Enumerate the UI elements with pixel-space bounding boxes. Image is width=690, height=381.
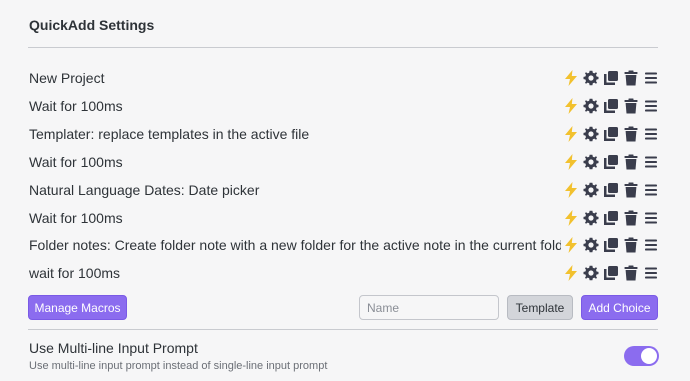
choice-row: Natural Language Dates: Date picker xyxy=(29,178,659,202)
choice-actions xyxy=(561,209,659,226)
gear-icon[interactable] xyxy=(582,153,599,170)
duplicate-icon[interactable] xyxy=(602,181,619,198)
duplicate-icon[interactable] xyxy=(602,265,619,282)
choice-type-dropdown[interactable]: Template xyxy=(507,295,573,320)
choice-row: Wait for 100ms xyxy=(29,206,659,230)
choice-row: Wait for 100ms xyxy=(29,94,659,118)
lightning-icon[interactable] xyxy=(562,237,579,254)
lightning-icon[interactable] xyxy=(562,209,579,226)
trash-icon[interactable] xyxy=(622,237,639,254)
trash-icon[interactable] xyxy=(622,265,639,282)
setting-multiline-description: Use multi-line input prompt instead of s… xyxy=(29,360,328,372)
lightning-icon[interactable] xyxy=(562,181,579,198)
gear-icon[interactable] xyxy=(582,209,599,226)
drag-handle-icon[interactable] xyxy=(642,181,659,198)
trash-icon[interactable] xyxy=(622,209,639,226)
choice-actions xyxy=(561,181,659,198)
choice-label: Wait for 100ms xyxy=(29,97,123,114)
quickadd-settings-page: QuickAdd Settings New Project Wait for 10… xyxy=(0,0,690,381)
lightning-icon[interactable] xyxy=(562,265,579,282)
drag-handle-icon[interactable] xyxy=(642,237,659,254)
choice-label: Wait for 100ms xyxy=(29,153,123,170)
multiline-toggle[interactable] xyxy=(624,346,659,366)
choice-actions xyxy=(561,70,659,87)
choice-actions xyxy=(561,153,659,170)
duplicate-icon[interactable] xyxy=(602,153,619,170)
choice-row: Wait for 100ms xyxy=(29,150,659,174)
add-choice-button[interactable]: Add Choice xyxy=(581,295,658,320)
duplicate-icon[interactable] xyxy=(602,209,619,226)
drag-handle-icon[interactable] xyxy=(642,70,659,87)
choice-label: wait for 100ms xyxy=(29,265,121,282)
settings-divider xyxy=(28,329,658,330)
duplicate-icon[interactable] xyxy=(602,125,619,142)
choice-label: Natural Language Dates: Date picker xyxy=(29,181,260,198)
choice-actions xyxy=(561,125,659,142)
choice-label: New Project xyxy=(29,70,105,86)
choice-actions xyxy=(561,97,659,114)
lightning-icon[interactable] xyxy=(562,70,579,87)
gear-icon[interactable] xyxy=(582,237,599,254)
trash-icon[interactable] xyxy=(622,125,639,142)
choice-label: Folder notes: Create folder note with a … xyxy=(29,237,561,254)
drag-handle-icon[interactable] xyxy=(642,209,659,226)
lightning-icon[interactable] xyxy=(562,153,579,170)
toggle-knob xyxy=(641,348,657,364)
manage-macros-button[interactable]: Manage Macros xyxy=(28,295,127,320)
trash-icon[interactable] xyxy=(622,70,639,87)
lightning-icon[interactable] xyxy=(562,125,579,142)
choice-label: Wait for 100ms xyxy=(29,209,123,226)
duplicate-icon[interactable] xyxy=(602,97,619,114)
gear-icon[interactable] xyxy=(582,70,599,87)
duplicate-icon[interactable] xyxy=(602,237,619,254)
lightning-icon[interactable] xyxy=(562,97,579,114)
setting-multiline-name: Use Multi-line Input Prompt xyxy=(29,340,198,356)
trash-icon[interactable] xyxy=(622,181,639,198)
gear-icon[interactable] xyxy=(582,181,599,198)
choice-actions xyxy=(561,265,659,282)
drag-handle-icon[interactable] xyxy=(642,125,659,142)
choice-row: Templater: replace templates in the acti… xyxy=(29,122,659,146)
choice-label: Templater: replace templates in the acti… xyxy=(29,125,310,142)
drag-handle-icon[interactable] xyxy=(642,97,659,114)
duplicate-icon[interactable] xyxy=(602,70,619,87)
choice-row: Folder notes: Create folder note with a … xyxy=(29,233,659,257)
choice-row: wait for 100ms xyxy=(29,261,659,285)
gear-icon[interactable] xyxy=(582,265,599,282)
trash-icon[interactable] xyxy=(622,97,639,114)
drag-handle-icon[interactable] xyxy=(642,265,659,282)
choice-actions xyxy=(561,237,659,254)
choice-name-input[interactable] xyxy=(359,295,499,320)
drag-handle-icon[interactable] xyxy=(642,153,659,170)
choice-row: New Project xyxy=(29,66,659,90)
header-divider xyxy=(28,47,658,48)
gear-icon[interactable] xyxy=(582,97,599,114)
page-title: QuickAdd Settings xyxy=(29,17,155,33)
gear-icon[interactable] xyxy=(582,125,599,142)
trash-icon[interactable] xyxy=(622,153,639,170)
